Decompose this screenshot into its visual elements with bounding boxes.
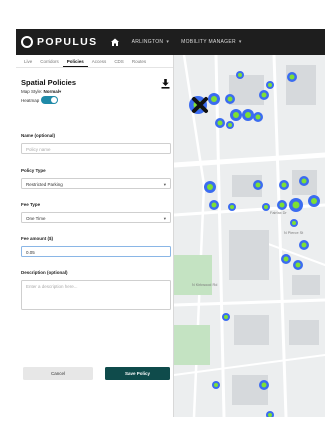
street-label: N Kirkwood Rd bbox=[192, 283, 218, 287]
fee-amount-input[interactable]: 0.05 bbox=[21, 246, 171, 257]
tab-corridors[interactable]: Corridors bbox=[36, 55, 63, 67]
chevron-down-icon: ▾ bbox=[166, 39, 170, 45]
heatmap-point-core bbox=[295, 262, 301, 268]
heatmap-point-core bbox=[230, 205, 234, 209]
heatmap-point-core bbox=[228, 123, 232, 127]
panel-title: Spatial Policies bbox=[21, 78, 77, 87]
heatmap-point-core bbox=[245, 112, 251, 118]
name-label: Name (optional) bbox=[21, 133, 56, 138]
home-icon[interactable] bbox=[110, 37, 120, 47]
chevron-down-icon: ▾ bbox=[238, 39, 242, 45]
logo[interactable]: POPULUS bbox=[21, 36, 98, 48]
street-label: N Pierce St bbox=[284, 231, 304, 235]
chevron-down-icon: ▾ bbox=[59, 89, 62, 94]
street-label: Fairfax Dr bbox=[270, 211, 287, 215]
policy-type-select[interactable]: Restricted Parking ▾ bbox=[21, 178, 171, 189]
heatmap-point-core bbox=[268, 83, 272, 87]
chevron-down-icon: ▾ bbox=[163, 215, 166, 221]
sidebar-panel: Live Corridors Policies Access CDS Route… bbox=[16, 55, 174, 417]
description-label: Description (optional) bbox=[21, 270, 68, 275]
heatmap-point-core bbox=[227, 96, 233, 102]
tab-bar: Live Corridors Policies Access CDS Route… bbox=[16, 55, 173, 68]
description-textarea[interactable]: Enter a description here... bbox=[21, 280, 171, 310]
fee-type-label: Fee Type bbox=[21, 202, 41, 207]
heatmap-toggle[interactable] bbox=[41, 96, 59, 104]
heatmap-label: Heatmap bbox=[21, 97, 40, 103]
heatmap-point-core bbox=[289, 74, 295, 80]
heatmap-point-core bbox=[233, 112, 239, 118]
heatmap-point-core bbox=[261, 92, 267, 98]
tab-policies[interactable]: Policies bbox=[62, 55, 88, 67]
app-window: POPULUS ARLINGTON ▾ MOBILITY MANAGER ▾ L… bbox=[16, 29, 325, 417]
logo-mark bbox=[21, 36, 33, 48]
name-input[interactable]: Policy name bbox=[21, 143, 171, 154]
tab-cds[interactable]: CDS bbox=[110, 55, 128, 67]
nav-city-label: ARLINGTON bbox=[131, 39, 164, 45]
toggle-knob bbox=[51, 97, 58, 103]
heatmap-point-core bbox=[301, 178, 307, 184]
name-placeholder: Policy name bbox=[26, 147, 51, 152]
map-style-value: Normal bbox=[43, 89, 60, 94]
heatmap-point-core bbox=[311, 198, 317, 204]
logo-text: POPULUS bbox=[37, 36, 98, 48]
heatmap-point-core bbox=[214, 383, 218, 387]
heatmap-point-core bbox=[292, 221, 296, 225]
heatmap-point-core bbox=[211, 202, 217, 208]
heatmap-point-core bbox=[279, 202, 285, 208]
heatmap-point-core bbox=[292, 201, 300, 209]
map-style-selector[interactable]: Map Style: Normal▾ bbox=[21, 89, 61, 95]
policy-type-value: Restricted Parking bbox=[26, 182, 63, 187]
nav-product-label: MOBILITY MANAGER bbox=[181, 39, 236, 45]
map-canvas[interactable] bbox=[174, 55, 325, 417]
tab-access[interactable]: Access bbox=[88, 55, 111, 67]
heatmap-point-core bbox=[301, 242, 307, 248]
download-icon[interactable] bbox=[161, 76, 170, 89]
policy-type-label: Policy Type bbox=[21, 168, 46, 173]
chevron-down-icon: ▾ bbox=[163, 181, 166, 187]
fee-amount-value: 0.05 bbox=[26, 250, 35, 255]
fee-amount-label: Fee amount ($) bbox=[21, 236, 54, 241]
nav-city-dropdown[interactable]: ARLINGTON ▾ bbox=[132, 39, 170, 45]
heatmap-point-core bbox=[224, 315, 228, 319]
save-policy-button[interactable]: Save Policy bbox=[105, 367, 170, 380]
heatmap-point-core bbox=[281, 182, 287, 188]
heatmap-point-core bbox=[261, 382, 267, 388]
heatmap-row: Heatmap bbox=[21, 96, 59, 104]
heatmap-point-core bbox=[268, 413, 272, 417]
heatmap-point-core bbox=[211, 96, 217, 102]
nav-product-dropdown[interactable]: MOBILITY MANAGER ▾ bbox=[181, 39, 242, 45]
tab-routes[interactable]: Routes bbox=[128, 55, 150, 67]
fee-type-value: One Time bbox=[26, 216, 46, 221]
heatmap-point-core bbox=[255, 114, 261, 120]
map-view[interactable]: Fairfax Dr N Kirkwood Rd N Pierce St bbox=[174, 55, 325, 417]
tab-live[interactable]: Live bbox=[20, 55, 36, 67]
heatmap-point-core bbox=[238, 73, 242, 77]
heatmap-point-core bbox=[283, 256, 289, 262]
top-bar: POPULUS ARLINGTON ▾ MOBILITY MANAGER ▾ bbox=[16, 29, 325, 55]
cancel-button[interactable]: Cancel bbox=[23, 367, 93, 380]
description-placeholder: Enter a description here... bbox=[26, 284, 78, 289]
heatmap-point-core bbox=[207, 184, 213, 190]
map-style-label: Map Style: bbox=[21, 89, 43, 94]
heatmap-point-core bbox=[217, 120, 223, 126]
fee-type-select[interactable]: One Time ▾ bbox=[21, 212, 171, 223]
heatmap-point-core bbox=[255, 182, 261, 188]
heatmap-point-core bbox=[264, 205, 268, 209]
